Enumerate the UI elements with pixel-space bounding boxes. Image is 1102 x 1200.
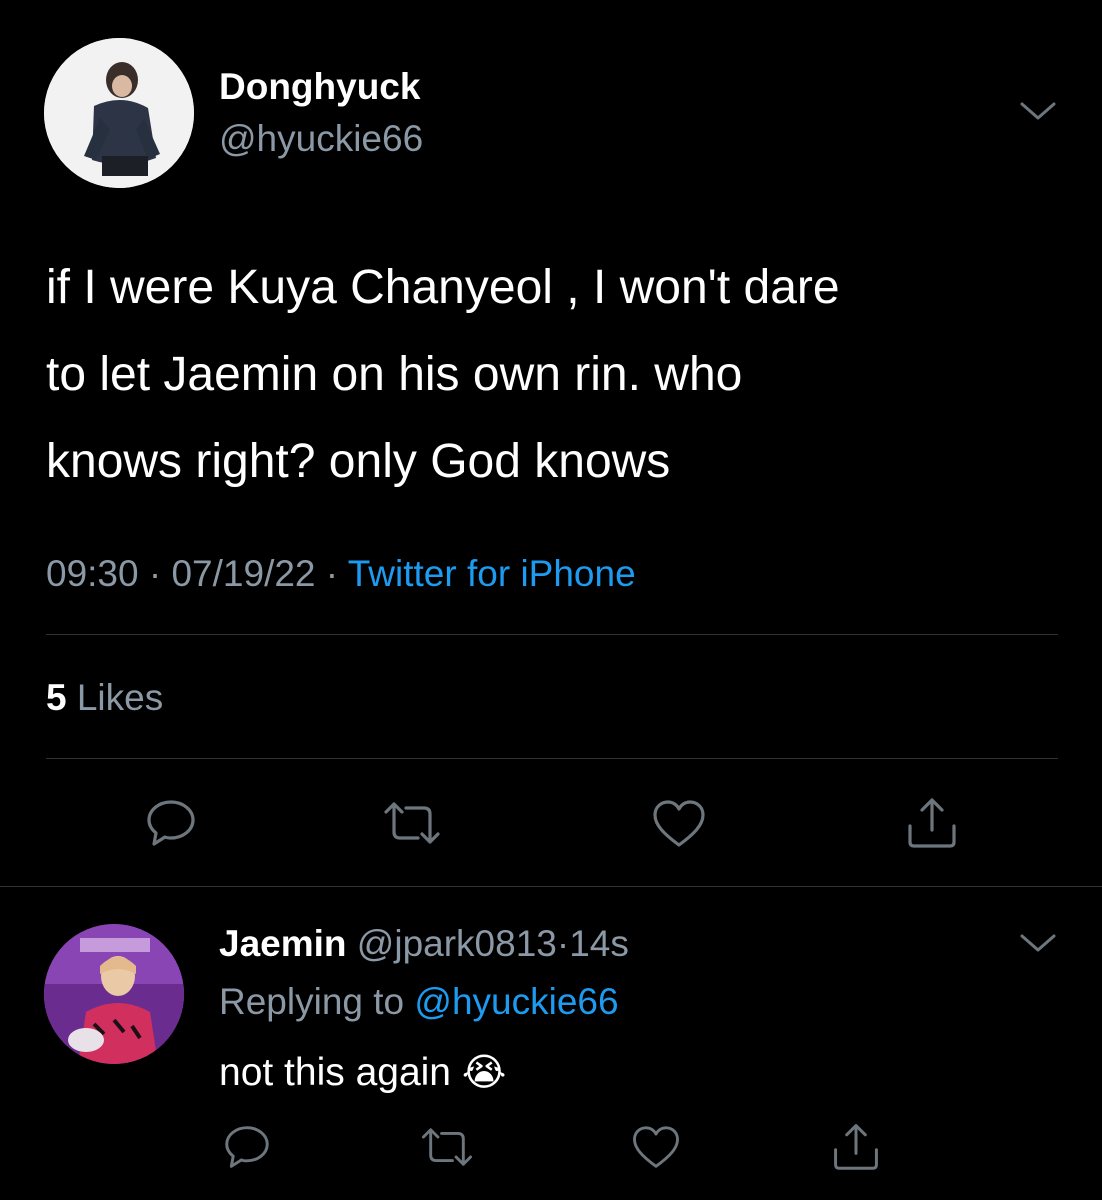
likes-number: 5 xyxy=(46,677,67,718)
author-name[interactable]: Donghyuck xyxy=(219,66,420,108)
heart-icon[interactable] xyxy=(630,1124,682,1171)
reply-text: not this again 😭 xyxy=(219,1050,506,1095)
share-icon[interactable] xyxy=(830,1120,882,1172)
tweet-time: 09:30 xyxy=(46,553,139,594)
likes-count[interactable]: 5 Likes xyxy=(46,677,163,719)
reply-author-handle[interactable]: @jpark0813 xyxy=(357,923,557,964)
replying-to-label: Replying to xyxy=(219,981,405,1022)
reply-text-body: not this again xyxy=(219,1051,452,1094)
reply-icon[interactable] xyxy=(144,798,198,848)
author-avatar[interactable] xyxy=(44,38,194,188)
retweet-icon[interactable] xyxy=(418,1126,476,1168)
replying-to-handle[interactable]: @hyuckie66 xyxy=(414,981,618,1022)
meta-separator: · xyxy=(325,553,339,594)
reply-header: Jaemin @jpark0813·14s xyxy=(219,923,629,965)
reply-author-name[interactable]: Jaemin xyxy=(219,923,347,964)
tweet-text-line: if I were Kuya Chanyeol , I won't dare xyxy=(46,261,840,314)
meta-separator: · xyxy=(556,923,570,964)
reply-icon[interactable] xyxy=(222,1124,272,1170)
reply-age: 14s xyxy=(569,923,629,964)
tweet-text: if I were Kuya Chanyeol , I won't dare t… xyxy=(46,244,840,505)
share-icon[interactable] xyxy=(904,794,960,850)
heart-icon[interactable] xyxy=(650,798,708,850)
meta-separator: · xyxy=(148,553,162,594)
author-handle[interactable]: @hyuckie66 xyxy=(219,118,423,160)
retweet-icon[interactable] xyxy=(380,800,444,846)
tweet-text-line: knows right? only God knows xyxy=(46,435,671,488)
replying-to: Replying to @hyuckie66 xyxy=(219,981,619,1023)
divider xyxy=(46,758,1058,759)
divider xyxy=(0,886,1102,887)
reply-author-avatar[interactable] xyxy=(44,924,184,1064)
loudly-crying-emoji: 😭 xyxy=(461,1052,507,1094)
tweet-text-line: to let Jaemin on his own rin. who xyxy=(46,348,743,401)
tweet-meta: 09:30 · 07/19/22 · Twitter for iPhone xyxy=(46,553,636,595)
likes-label: Likes xyxy=(76,677,164,718)
tweet-source-link[interactable]: Twitter for iPhone xyxy=(348,553,636,594)
reply-avatar-image xyxy=(44,924,184,1064)
divider xyxy=(46,634,1058,635)
chevron-down-icon[interactable] xyxy=(1018,100,1058,124)
chevron-down-icon[interactable] xyxy=(1018,932,1058,956)
author-avatar-image xyxy=(44,38,194,188)
tweet-date: 07/19/22 xyxy=(171,553,316,594)
